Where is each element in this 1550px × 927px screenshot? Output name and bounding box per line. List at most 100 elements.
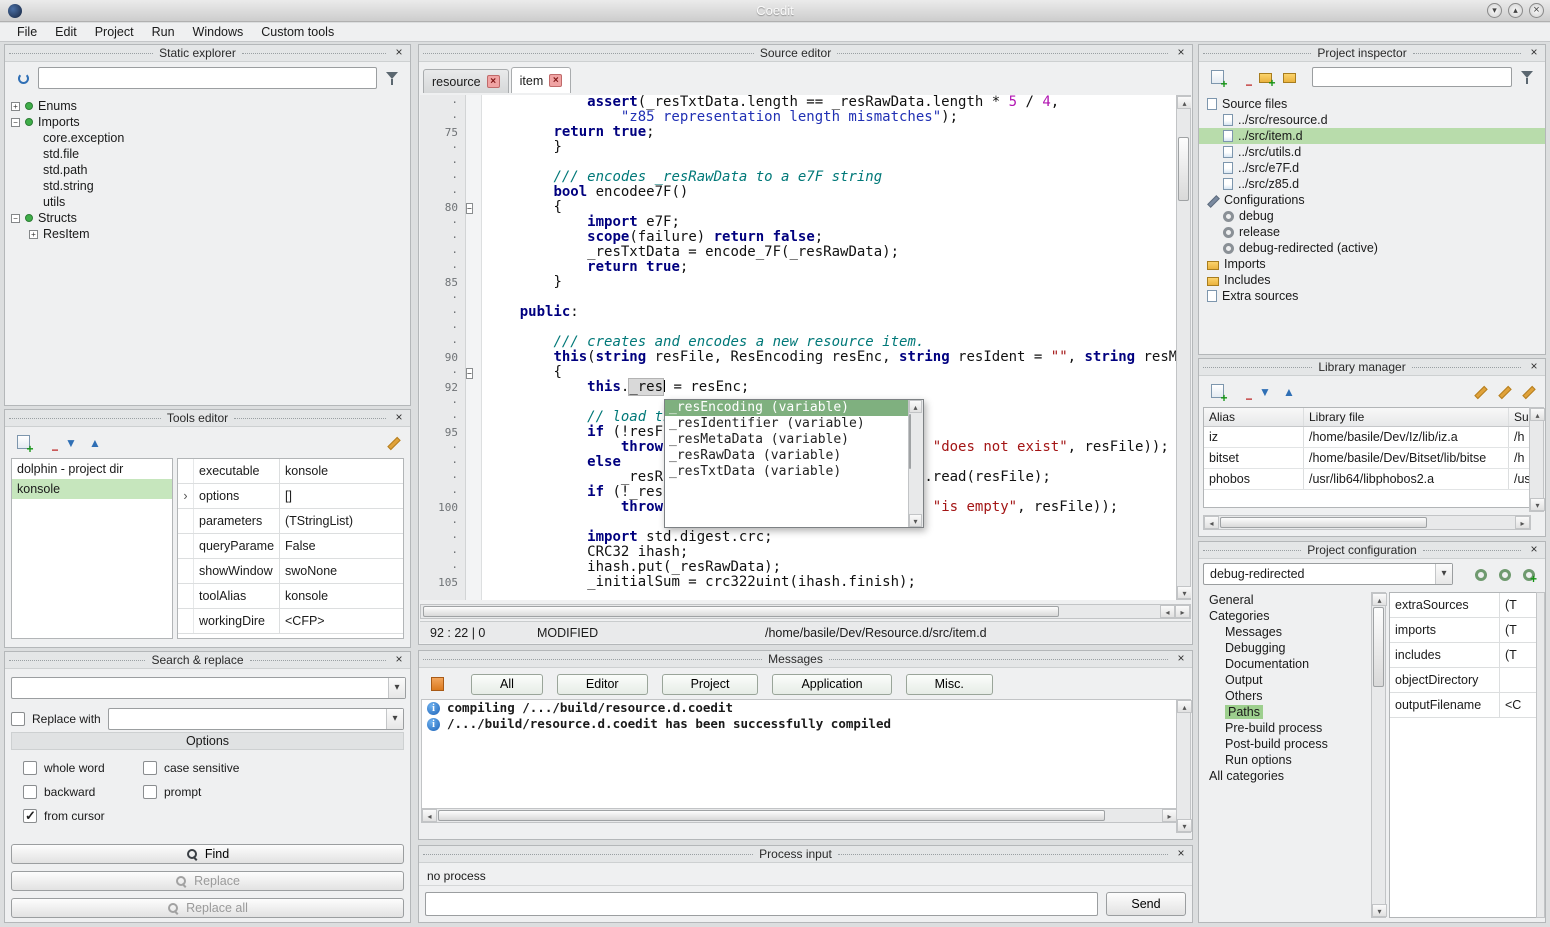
editor-area[interactable]: ··75····80····85····90·92··95····100····…	[420, 95, 1191, 600]
add-library-icon-button[interactable]	[1205, 380, 1229, 402]
tab-close-icon[interactable]	[487, 75, 500, 88]
configuration-selector[interactable]: debug-redirected	[1203, 563, 1453, 585]
close-panel-icon[interactable]	[392, 46, 406, 60]
scroll-up-icon[interactable]: ▴	[1372, 593, 1387, 606]
close-panel-icon[interactable]	[1527, 543, 1541, 557]
close-icon[interactable]	[1529, 3, 1544, 18]
chevron-down-icon[interactable]	[388, 678, 405, 698]
symbol-tree-item[interactable]: +Enums	[5, 98, 410, 114]
project-tree-item[interactable]: Includes	[1199, 272, 1545, 288]
menu-file[interactable]: File	[8, 24, 46, 40]
category-item[interactable]: Messages	[1201, 624, 1369, 640]
project-tree-item[interactable]: Extra sources	[1199, 288, 1545, 304]
property-value[interactable]: konsole	[280, 584, 403, 608]
chevron-down-icon[interactable]	[386, 709, 403, 729]
close-panel-icon[interactable]	[1174, 847, 1188, 861]
property-row[interactable]: toolAliaskonsole	[178, 584, 403, 609]
move-up-icon-button[interactable]	[1277, 380, 1301, 402]
chevron-down-icon[interactable]	[1435, 564, 1452, 584]
tool-list-item[interactable]: konsole	[12, 479, 172, 499]
property-row[interactable]: showWindowswoNone	[178, 559, 403, 584]
category-item[interactable]: All categories	[1201, 768, 1369, 784]
expander-icon[interactable]: −	[11, 214, 20, 223]
completion-scrollbar[interactable]: ▴ ▾	[908, 400, 923, 527]
library-row[interactable]: phobos/usr/lib64/libphobos2.a/us	[1204, 469, 1530, 490]
move-up-icon-button[interactable]	[83, 431, 107, 453]
scroll-track[interactable]	[1372, 606, 1385, 904]
editor-tab-item[interactable]: item	[511, 67, 572, 93]
scroll-track[interactable]	[1219, 516, 1515, 529]
replace-button[interactable]: Replace	[11, 871, 404, 891]
scroll-right-icon[interactable]: ▸	[1515, 516, 1530, 529]
scroll-thumb[interactable]	[423, 606, 1059, 617]
process-input-field[interactable]	[425, 892, 1098, 916]
property-row[interactable]: outputFilename<C	[1390, 693, 1536, 718]
expander-icon[interactable]: +	[29, 230, 38, 239]
scroll-track[interactable]	[909, 413, 923, 514]
category-item[interactable]: Output	[1201, 672, 1369, 688]
replace-with-checkbox[interactable]	[11, 712, 25, 726]
menu-custom-tools[interactable]: Custom tools	[252, 24, 343, 40]
property-row[interactable]: ›options[]	[178, 484, 403, 509]
send-button[interactable]: Send	[1106, 892, 1186, 916]
filter-all[interactable]: All	[471, 674, 543, 695]
scroll-track[interactable]	[1530, 421, 1543, 498]
property-value[interactable]: konsole	[280, 459, 403, 483]
close-panel-icon[interactable]	[1174, 652, 1188, 666]
editor-tab-resource[interactable]: resource	[423, 69, 509, 93]
menu-run[interactable]: Run	[143, 24, 184, 40]
project-tree-item[interactable]: ../src/utils.d	[1199, 144, 1545, 160]
scroll-thumb[interactable]	[1373, 607, 1384, 687]
scroll-track[interactable]	[1177, 109, 1190, 586]
column-header[interactable]: Alias	[1204, 408, 1304, 426]
property-value[interactable]: swoNone	[280, 559, 403, 583]
project-tree-item[interactable]: release	[1199, 224, 1545, 240]
symbol-tree-item[interactable]: std.path	[5, 162, 410, 178]
library-horizontal-scrollbar[interactable]: ◂ ▸	[1203, 515, 1531, 530]
fold-marker-icon[interactable]	[466, 368, 473, 379]
scroll-left-icon[interactable]: ◂	[1204, 516, 1219, 529]
category-item[interactable]: Post-build process	[1201, 736, 1369, 752]
filter-icon-button[interactable]	[380, 67, 404, 89]
close-panel-icon[interactable]	[392, 411, 406, 425]
minimize-icon[interactable]	[1487, 3, 1502, 18]
filter-icon-button[interactable]	[1515, 66, 1539, 88]
scroll-down-icon[interactable]: ▾	[1530, 498, 1545, 511]
scroll-up-icon[interactable]: ▴	[909, 400, 922, 413]
property-value[interactable]: (T	[1500, 643, 1536, 667]
replace-all-button[interactable]: Replace all	[11, 898, 404, 918]
scroll-right-icon[interactable]: ▸	[1175, 605, 1190, 618]
completion-item[interactable]: _resMetaData (variable)	[665, 432, 908, 448]
prompt-checkbox[interactable]	[143, 785, 157, 799]
move-down-icon-button[interactable]	[1253, 380, 1277, 402]
scroll-track[interactable]	[1177, 713, 1190, 819]
scroll-down-icon[interactable]: ▾	[909, 514, 922, 527]
property-row[interactable]: parameters(TStringList)	[178, 509, 403, 534]
scroll-thumb[interactable]	[909, 414, 911, 469]
message-row[interactable]: /.../build/resource.d.coedit has been su…	[422, 716, 1177, 732]
property-row[interactable]: extraSources(T	[1390, 593, 1536, 618]
property-row[interactable]: executablekonsole	[178, 459, 403, 484]
scroll-track[interactable]	[1537, 593, 1544, 917]
category-item[interactable]: Run options	[1201, 752, 1369, 768]
remove-tool-icon-button[interactable]	[35, 431, 59, 453]
library-row[interactable]: iz/home/basile/Dev/Iz/lib/iz.a/h	[1204, 427, 1530, 448]
clear-messages-icon-button[interactable]	[425, 673, 449, 695]
scroll-down-icon[interactable]: ▾	[1177, 586, 1191, 599]
find-button[interactable]: Find	[11, 844, 404, 864]
replace-term-combobox[interactable]	[108, 708, 404, 730]
library-row[interactable]: bitset/home/basile/Dev/Bitset/lib/bitse/…	[1204, 448, 1530, 469]
property-row[interactable]: imports(T	[1390, 618, 1536, 643]
completion-item[interactable]: _resRawData (variable)	[665, 448, 908, 464]
edit-file-icon-button[interactable]	[1491, 380, 1515, 402]
property-value[interactable]: (T	[1500, 618, 1536, 642]
editor-horizontal-scrollbar[interactable]: ◂ ▸	[420, 604, 1191, 619]
message-list[interactable]: compiling /.../build/resource.d.coedit/.…	[421, 699, 1178, 819]
filter-misc[interactable]: Misc.	[906, 674, 993, 695]
symbol-tree-item[interactable]: core.exception	[5, 130, 410, 146]
editor-vertical-scrollbar[interactable]: ▴ ▾	[1176, 95, 1191, 600]
expander-icon[interactable]: +	[11, 102, 20, 111]
scroll-thumb[interactable]	[1178, 137, 1189, 201]
close-panel-icon[interactable]	[392, 653, 406, 667]
category-item[interactable]: Others	[1201, 688, 1369, 704]
